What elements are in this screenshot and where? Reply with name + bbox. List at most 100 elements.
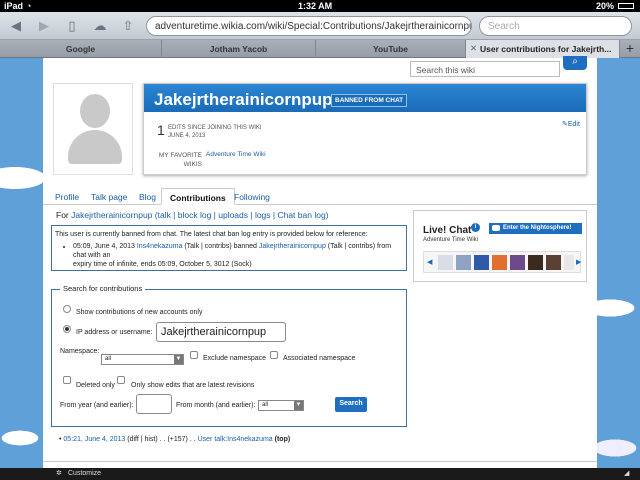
ban-entry-target[interactable]: Jakejrtherainicornpup [259, 243, 326, 250]
edit-profile-link[interactable]: ✎Edit [562, 120, 580, 128]
new-accounts-label: Show contributions of new accounts only [76, 309, 203, 316]
tab-google[interactable]: Google [0, 40, 162, 58]
tab-user-contributions[interactable]: ✕ User contributions for Jakejrth... [466, 40, 620, 58]
chat-bubble-icon [492, 225, 500, 231]
month-select[interactable]: all ▼ [258, 400, 304, 411]
username-input[interactable]: Jakejrtherainicornpup [156, 322, 286, 342]
battery-percent: 20% [596, 1, 615, 11]
edit-label: Edit [567, 121, 580, 128]
new-tab-button[interactable]: + [620, 40, 640, 58]
chat-subtitle: Adventure Time Wiki [423, 237, 479, 243]
ban-entry-actor-links[interactable]: (Talk | contribs) banned [182, 243, 259, 250]
for-user-link[interactable]: Jakejrtherainicornpup [71, 210, 152, 220]
chat-user-avatar[interactable] [564, 255, 574, 270]
month-label: From month (and earlier): [176, 402, 256, 409]
device-label: iPad [4, 1, 24, 11]
tab-profile[interactable]: Profile [55, 192, 79, 202]
wiki-search-button[interactable]: ⌕ [563, 56, 587, 70]
search-button[interactable]: Search [335, 397, 367, 412]
tab-youtube[interactable]: YouTube [316, 40, 466, 58]
ip-username-label: IP address or username: [76, 329, 153, 336]
exclude-namespace-checkbox[interactable] [190, 351, 198, 359]
wifi-icon: ◔ [26, 1, 32, 11]
year-label: From year (and earlier): [60, 402, 134, 409]
chat-user-avatar[interactable] [546, 255, 561, 270]
info-icon[interactable]: i [471, 223, 480, 232]
ban-entry-date: 05:09, June 4, 2013 [73, 243, 135, 250]
latest-revisions-checkbox[interactable] [117, 376, 125, 384]
browser-toolbar: ◀ ▶ ▯ ☁ ⇧ adventuretime.wikia.com/wiki/S… [0, 12, 640, 40]
customize-link[interactable]: Customize [68, 470, 101, 477]
for-user-line: For Jakejrtherainicornpup (talk | block … [56, 210, 329, 220]
chat-users-carousel: ◀ ▶ [423, 251, 581, 273]
cloud-icon[interactable]: ☁ [90, 18, 110, 34]
result-top: (top) [272, 436, 291, 443]
result-links[interactable]: (diff | hist) . . (+157) . . [125, 436, 197, 443]
user-masthead: Jakejrtherainicornpup BANNED FROM CHAT 1… [143, 83, 587, 175]
banned-badge: BANNED FROM CHAT [331, 94, 408, 107]
year-input[interactable] [136, 394, 172, 414]
chevron-down-icon: ▼ [294, 401, 303, 410]
bookmarks-icon[interactable]: ▯ [62, 18, 82, 34]
search-icon: ⌕ [572, 56, 578, 67]
chat-user-avatar[interactable] [438, 255, 453, 270]
latest-revisions-label: Only show edits that are latest revision… [131, 382, 255, 389]
edits-label-line-1: EDITS SINCE JOINING THIS WIKI [168, 125, 262, 131]
deleted-only-checkbox[interactable] [63, 376, 71, 384]
tab-following[interactable]: Following [234, 192, 270, 202]
browser-search-input[interactable]: Search [479, 16, 632, 36]
chat-user-avatar[interactable] [528, 255, 543, 270]
exclude-namespace-label: Exclude namespace [203, 355, 267, 362]
namespace-label: Namespace: [60, 348, 100, 355]
associated-namespace-label: Associated namespace [283, 355, 356, 362]
tab-blog[interactable]: Blog [139, 192, 156, 202]
carousel-left-icon[interactable]: ◀ [427, 258, 432, 266]
ban-entry-actor[interactable]: Ins4nekazuma [137, 243, 183, 250]
chat-user-avatar[interactable] [510, 255, 525, 270]
browser-tab-bar: Google Jotham Yacob YouTube ✕ User contr… [0, 40, 640, 58]
chat-user-avatar[interactable] [492, 255, 507, 270]
clock: 1:32 AM [298, 1, 333, 11]
new-accounts-radio[interactable] [63, 305, 71, 313]
associated-namespace-checkbox[interactable] [270, 351, 278, 359]
close-tab-icon[interactable]: ✕ [470, 43, 477, 54]
result-page-link[interactable]: User talk:Ins4nekazuma [198, 436, 273, 443]
favorite-wiki-link[interactable]: Adventure Time Wiki [206, 151, 266, 158]
search-form-legend: Search for contributions [60, 284, 146, 293]
wiki-search-input[interactable]: Search this wiki [410, 61, 560, 77]
forward-icon[interactable]: ▶ [34, 18, 54, 34]
battery-icon [618, 3, 634, 9]
tab-label: User contributions for Jakejrth... [480, 44, 612, 54]
tab-contributions[interactable]: Contributions [161, 188, 235, 205]
chat-ban-notice: This user is currently banned from chat.… [51, 225, 407, 271]
ban-entry-expiry: expiry time of infinite, ends 05:09, Oct… [73, 261, 252, 268]
namespace-select[interactable]: all ▼ [101, 354, 184, 365]
share-icon[interactable]: ⇧ [118, 18, 138, 34]
resize-handle-icon[interactable]: ◢ [624, 469, 629, 477]
tab-jotham-yacob[interactable]: Jotham Yacob [162, 40, 316, 58]
profile-tabs: Profile Talk page Blog Contributions Fol… [43, 188, 597, 205]
masthead-bar: Jakejrtherainicornpup BANNED FROM CHAT [144, 84, 586, 112]
enter-chat-label: Enter the Nightosphere! [503, 225, 572, 231]
for-prefix: For [56, 210, 72, 220]
deleted-only-label: Deleted only [76, 382, 115, 389]
enter-chat-button[interactable]: Enter the Nightosphere! [489, 223, 582, 234]
tab-talk-page[interactable]: Talk page [91, 192, 127, 202]
edit-count: 1 [157, 122, 165, 138]
status-bar: iPad ◔ 1:32 AM 20% [0, 0, 640, 12]
edit-count-label: EDITS SINCE JOINING THIS WIKI JUNE 4, 20… [168, 124, 262, 140]
chat-user-avatar[interactable] [456, 255, 471, 270]
gear-icon[interactable]: ✲ [56, 469, 62, 477]
ban-log-entry: 05:09, June 4, 2013 Ins4nekazuma (Talk |… [73, 242, 403, 269]
chat-user-avatar[interactable] [474, 255, 489, 270]
result-date-link[interactable]: 05:21, June 4, 2013 [63, 436, 125, 443]
live-chat-module: Live! Chat i Enter the Nightosphere! Adv… [413, 210, 587, 282]
avatar [53, 83, 133, 175]
address-bar[interactable]: adventuretime.wikia.com/wiki/Special:Con… [146, 16, 472, 36]
chat-title: Live! Chat [423, 225, 472, 236]
ip-username-radio[interactable] [63, 325, 71, 333]
user-tool-links[interactable]: (talk | block log | uploads | logs | Cha… [152, 210, 329, 220]
chevron-down-icon: ▼ [174, 355, 183, 364]
carousel-right-icon[interactable]: ▶ [576, 258, 581, 266]
back-icon[interactable]: ◀ [6, 18, 26, 34]
